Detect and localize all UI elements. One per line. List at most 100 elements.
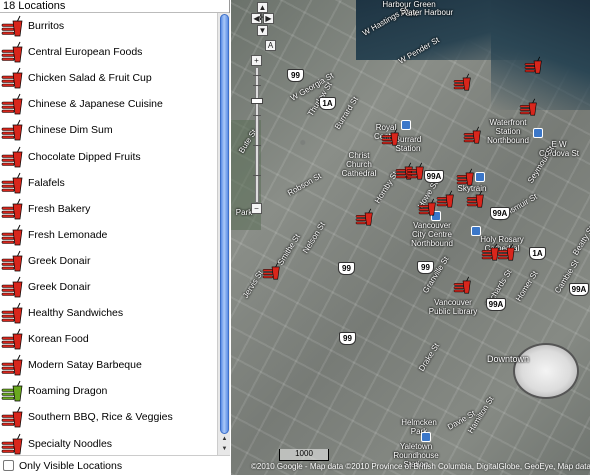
street-robson: Robson St bbox=[286, 171, 323, 198]
red-food-cart-icon bbox=[1, 172, 25, 194]
location-list-item[interactable]: Southern BBQ, Rice & Veggies bbox=[0, 404, 217, 430]
zoom-tick bbox=[253, 175, 261, 176]
location-list-item[interactable]: Greek Donair bbox=[0, 274, 217, 300]
zoom-knob[interactable] bbox=[251, 98, 263, 104]
location-label: Southern BBQ, Rice & Veggies bbox=[28, 411, 173, 424]
location-list-item[interactable]: Healthy Sandwiches bbox=[0, 300, 217, 326]
only-visible-label: Only Visible Locations bbox=[19, 459, 123, 472]
location-list-item[interactable]: Greek Donair bbox=[0, 248, 217, 274]
red-food-cart-icon bbox=[1, 93, 25, 115]
route-99-shield-3: 99 bbox=[417, 261, 434, 274]
transit-station-icon bbox=[475, 172, 485, 182]
panel-footer: Only Visible Locations bbox=[0, 455, 230, 475]
route-99a-shield-2: 99A bbox=[490, 207, 510, 220]
red-food-cart-icon bbox=[1, 406, 25, 428]
location-list-item[interactable]: Chicken Salad & Fruit Cup bbox=[0, 65, 217, 91]
location-label: Central European Foods bbox=[28, 46, 143, 59]
location-list-item[interactable]: Central European Foods bbox=[0, 39, 217, 65]
pan-control: ▲ ◀ ▶ ✛ ▼ A bbox=[251, 2, 276, 52]
map-scale: 1000 bbox=[279, 449, 329, 461]
food-cart-marker-icon[interactable] bbox=[381, 128, 401, 146]
red-food-cart-icon bbox=[1, 119, 25, 141]
place-christ-church: Christ Church Cathedral bbox=[341, 151, 377, 178]
zoom-tick bbox=[253, 85, 261, 86]
location-label: Chinese & Japanese Cuisine bbox=[28, 98, 163, 111]
red-food-cart-icon bbox=[1, 302, 25, 324]
location-label: Fresh Lemonade bbox=[28, 228, 108, 241]
scroll-thumb[interactable] bbox=[220, 14, 229, 434]
street-homer: Homer St bbox=[514, 269, 540, 303]
location-list-item[interactable]: Burritos bbox=[0, 13, 217, 39]
zoom-slider[interactable]: + − bbox=[251, 55, 263, 215]
pan-down-icon[interactable]: ▼ bbox=[257, 25, 268, 36]
location-list-item[interactable]: Modern Satay Barbeque bbox=[0, 352, 217, 378]
street-drake: Drake St bbox=[417, 341, 442, 373]
food-cart-marker-icon[interactable] bbox=[453, 276, 473, 294]
red-food-cart-icon bbox=[1, 198, 25, 220]
red-food-cart-icon bbox=[1, 146, 25, 168]
pan-up-icon[interactable]: ▲ bbox=[257, 2, 268, 13]
food-cart-marker-icon[interactable] bbox=[463, 126, 483, 144]
scroll-up-arrow-icon[interactable]: ▲ bbox=[220, 435, 229, 443]
food-cart-marker-icon[interactable] bbox=[456, 168, 476, 186]
location-label: Healthy Sandwiches bbox=[28, 307, 124, 320]
red-food-cart-icon bbox=[1, 15, 25, 37]
church-icon bbox=[471, 226, 481, 236]
food-cart-marker-icon[interactable] bbox=[406, 162, 426, 180]
place-downtown: Downtown bbox=[486, 354, 530, 364]
place-helmcken-park: Helmcken Park bbox=[401, 418, 437, 436]
stadium bbox=[513, 343, 579, 399]
food-cart-marker-icon[interactable] bbox=[436, 190, 456, 208]
food-cart-marker-icon[interactable] bbox=[418, 198, 438, 216]
route-99a-shield: 99A bbox=[424, 170, 444, 183]
food-cart-marker-icon[interactable] bbox=[481, 243, 501, 261]
list-scrollbar[interactable]: ▲ ▼ bbox=[217, 13, 230, 455]
rotate-icon[interactable]: A bbox=[265, 40, 276, 51]
location-label: Specialty Noodles bbox=[28, 437, 113, 450]
food-cart-marker-icon[interactable] bbox=[262, 262, 282, 280]
green-food-cart-icon bbox=[1, 380, 25, 402]
location-label: Korean Food bbox=[28, 333, 89, 346]
food-cart-marker-icon[interactable] bbox=[524, 56, 544, 74]
location-list-item[interactable]: Fresh Lemonade bbox=[0, 222, 217, 248]
place-waterfront: Waterfront Station Northbound bbox=[487, 118, 529, 145]
location-list-item[interactable]: Specialty Noodles bbox=[0, 431, 217, 456]
food-cart-marker-icon[interactable] bbox=[355, 208, 375, 226]
location-list-item[interactable]: Korean Food bbox=[0, 326, 217, 352]
route-99a-shield-3: 99A bbox=[486, 298, 506, 311]
scroll-down-arrow-icon[interactable]: ▼ bbox=[220, 445, 229, 453]
food-cart-marker-icon[interactable] bbox=[466, 190, 486, 208]
location-list-item[interactable]: Roaming Dragon bbox=[0, 378, 217, 404]
red-food-cart-icon bbox=[1, 224, 25, 246]
location-list-item[interactable]: Chocolate Dipped Fruits bbox=[0, 143, 217, 169]
pan-center-icon[interactable]: ✛ bbox=[257, 13, 264, 24]
harbour-water-east bbox=[491, 0, 590, 110]
transit-station-icon bbox=[421, 432, 431, 442]
location-label: Chicken Salad & Fruit Cup bbox=[28, 72, 152, 85]
zoom-track[interactable] bbox=[255, 67, 259, 203]
location-list-item[interactable]: Falafels bbox=[0, 170, 217, 196]
red-food-cart-icon bbox=[1, 354, 25, 376]
zoom-in-icon[interactable]: + bbox=[251, 55, 262, 66]
location-label: Chocolate Dipped Fruits bbox=[28, 150, 141, 163]
food-cart-marker-icon[interactable] bbox=[519, 98, 539, 116]
location-list-item[interactable]: Chinese Dim Sum bbox=[0, 117, 217, 143]
only-visible-checkbox[interactable] bbox=[3, 460, 14, 471]
red-food-cart-icon bbox=[1, 276, 25, 298]
map-view[interactable]: Harbour Green Park Water Harbour Burrard… bbox=[231, 0, 590, 475]
zoom-tick bbox=[253, 115, 261, 116]
red-food-cart-icon bbox=[1, 67, 25, 89]
zoom-tick bbox=[253, 75, 261, 76]
zoom-out-icon[interactable]: − bbox=[251, 203, 262, 214]
zoom-tick bbox=[253, 145, 261, 146]
location-list-item[interactable]: Chinese & Japanese Cuisine bbox=[0, 91, 217, 117]
location-label: Modern Satay Barbeque bbox=[28, 359, 142, 372]
route-1a-shield-2: 1A bbox=[529, 247, 546, 260]
pan-right-icon[interactable]: ▶ bbox=[263, 13, 274, 24]
location-label: Burritos bbox=[28, 20, 65, 33]
food-cart-marker-icon[interactable] bbox=[453, 73, 473, 91]
red-food-cart-icon bbox=[1, 433, 25, 455]
red-food-cart-icon bbox=[1, 250, 25, 272]
location-label: Falafels bbox=[28, 176, 65, 189]
location-list-item[interactable]: Fresh Bakery bbox=[0, 196, 217, 222]
